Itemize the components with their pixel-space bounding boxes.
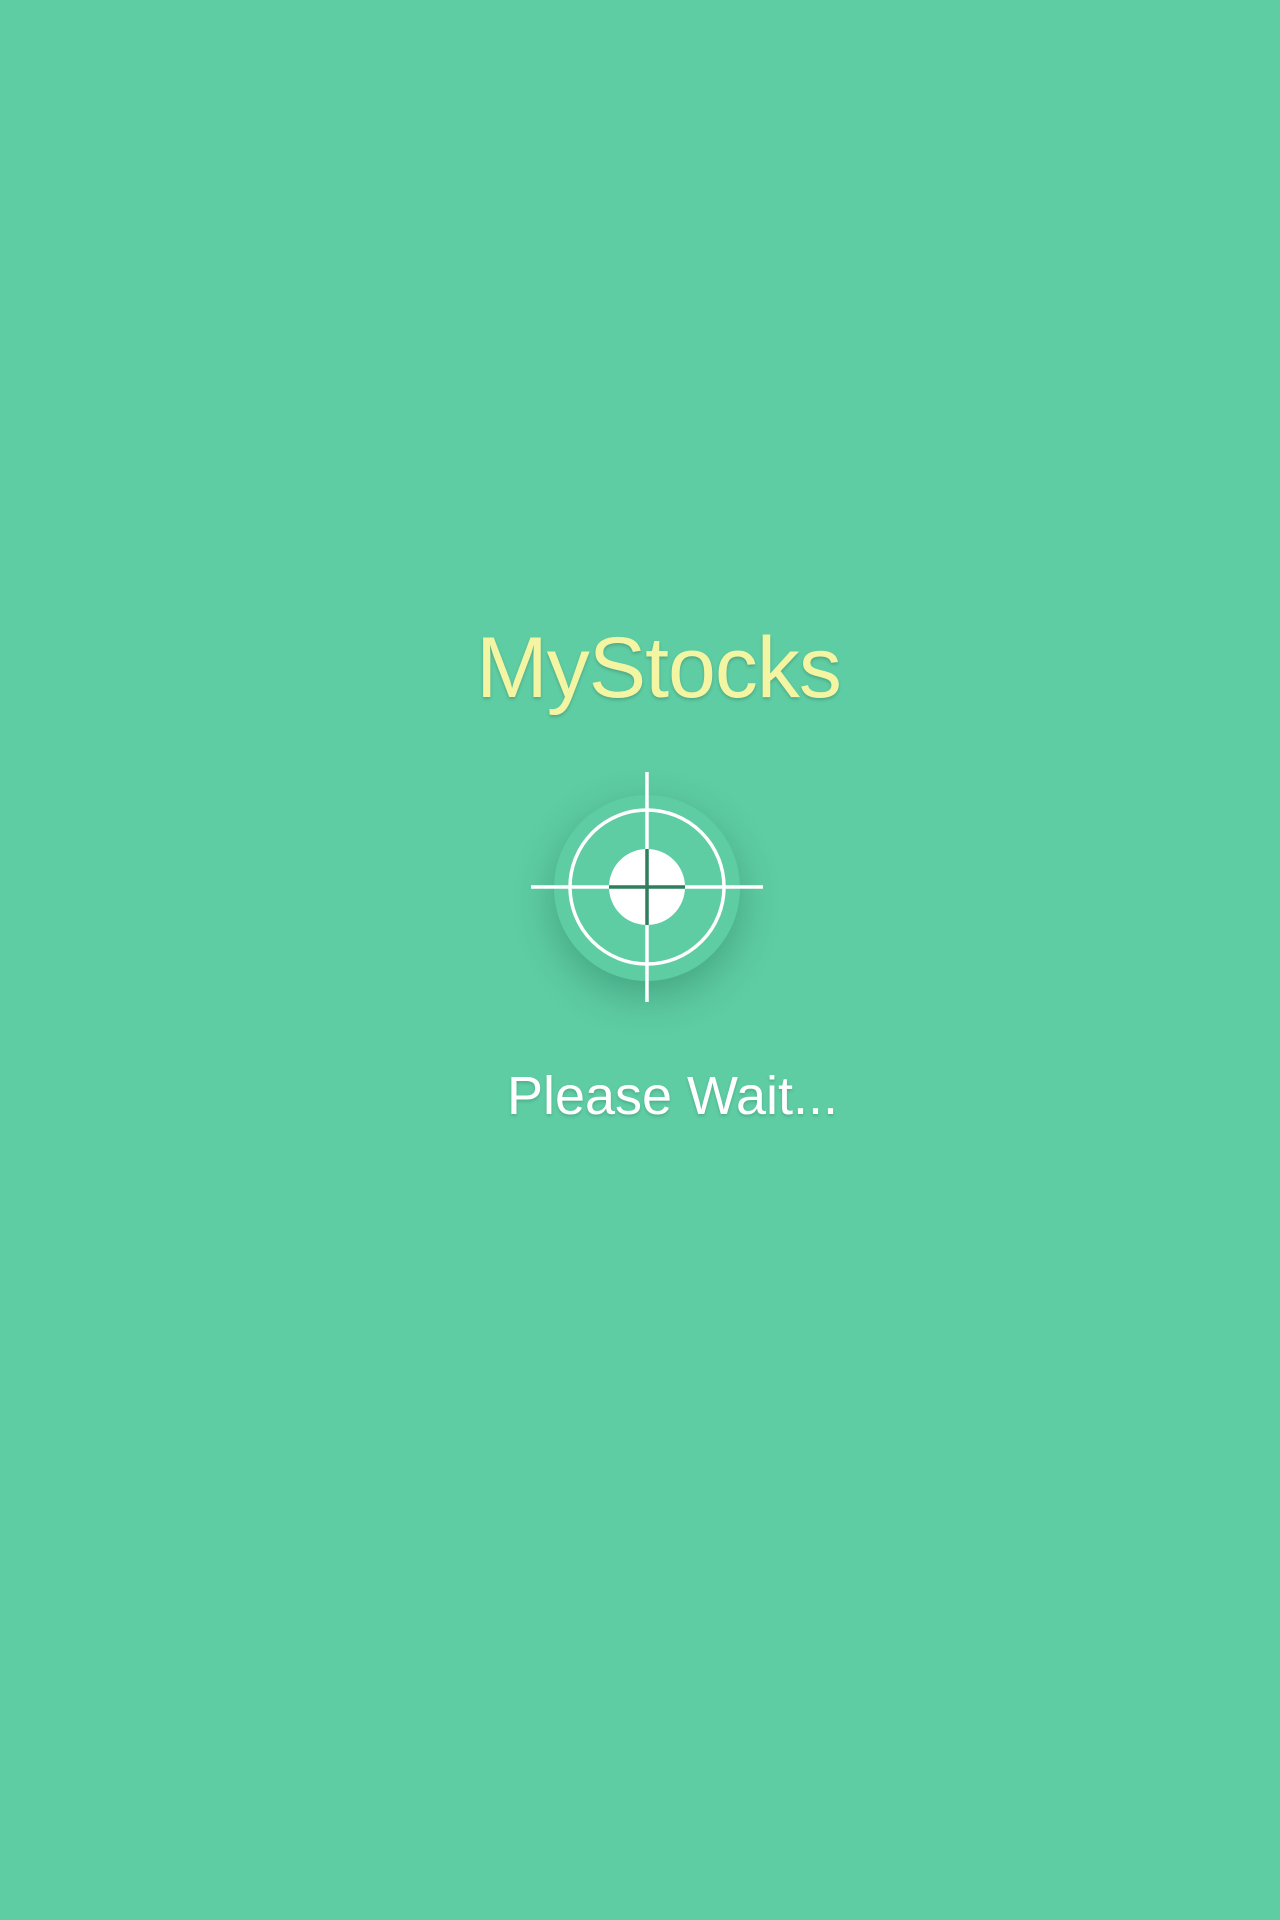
loading-status-text: Please Wait...: [506, 1066, 839, 1126]
loading-indicator: [525, 769, 769, 1005]
splash-screen: MyStocks Please Wait...: [0, 0, 1280, 1920]
app-title: MyStocks: [476, 620, 842, 716]
crosshair-target-icon: [531, 772, 763, 1002]
